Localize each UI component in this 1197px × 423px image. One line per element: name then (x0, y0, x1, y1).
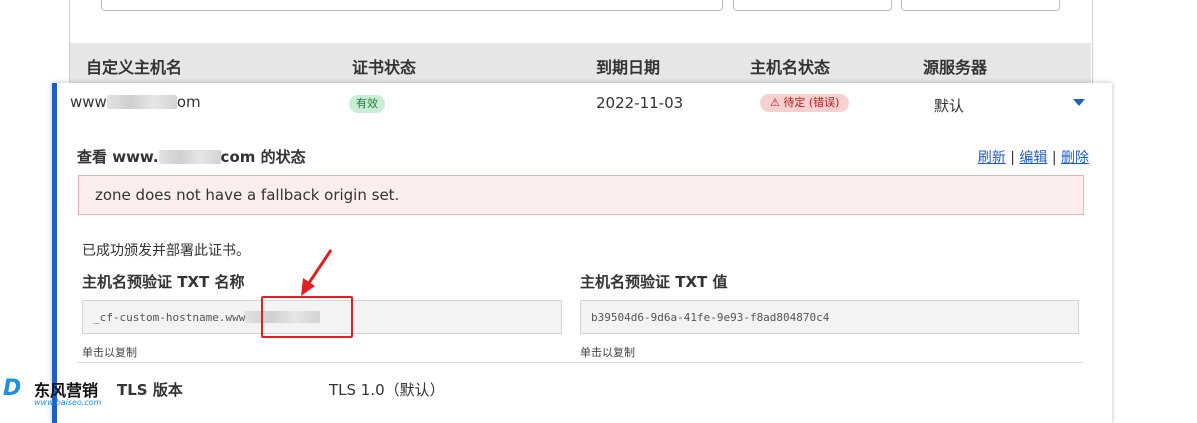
error-alert: zone does not have a fallback origin set… (78, 175, 1084, 215)
hostname-detail-panel: www om 有效 2022-11-03 ⚠ 待定 (错误) 默认 查看 www.… (52, 83, 1112, 423)
txt-value-copy-hint: 单击以复制 (580, 346, 635, 359)
hostname-prefix: www (70, 93, 107, 111)
header-cert-status: 证书状态 (352, 58, 417, 77)
action-separator: | (1010, 150, 1015, 166)
txt-name-value: _cf-custom-hostname.www (93, 311, 246, 324)
redacted-block (158, 150, 221, 164)
header-hostname: 自定义主机名 (86, 58, 183, 77)
watermark-logo-icon: D (3, 376, 22, 401)
txt-value-value: b39504d6-9d6a-41fe-9e93-f8ad804870c4 (591, 311, 830, 324)
chevron-down-icon[interactable] (1073, 99, 1085, 106)
header-hostname-status: 主机名状态 (750, 58, 831, 77)
txt-value-field[interactable]: b39504d6-9d6a-41fe-9e93-f8ad804870c4 (580, 300, 1079, 334)
header-expiry: 到期日期 (596, 58, 661, 77)
tls-label: TLS 版本 (117, 381, 183, 399)
refresh-link[interactable]: 刷新 (978, 150, 1006, 166)
watermark: D 东风营销 www.baiseo.com (3, 376, 123, 412)
txt-name-label: 主机名预验证 TXT 名称 (82, 273, 245, 291)
filter-select-1[interactable] (733, 0, 892, 11)
issued-message: 已成功颁发并部署此证书。 (82, 243, 250, 259)
txt-name-copy-hint: 单击以复制 (82, 346, 137, 359)
status-title-prefix: 查看 www. (77, 148, 159, 166)
watermark-url: www.baiseo.com (34, 398, 102, 407)
expiry-date: 2022-11-03 (596, 94, 684, 112)
status-title-suffix: com 的状态 (220, 148, 306, 166)
redacted-block (106, 95, 177, 109)
error-message: zone does not have a fallback origin set… (95, 186, 400, 204)
filter-select-2[interactable] (901, 0, 1060, 11)
origin-value: 默认 (934, 97, 965, 115)
detail-actions: 刷新 | 编辑 | 删除 (978, 147, 1089, 167)
header-origin: 源服务器 (923, 58, 988, 77)
table-row-hostname[interactable]: www om (70, 93, 201, 111)
txt-value-label: 主机名预验证 TXT 值 (580, 273, 728, 291)
highlight-box (261, 296, 353, 338)
status-title: 查看 www. com 的状态 (77, 146, 306, 167)
divider (77, 362, 1083, 363)
hostname-suffix: om (176, 93, 201, 111)
annotation-arrow-icon (301, 249, 333, 296)
search-input[interactable] (101, 0, 723, 11)
table-header: 自定义主机名 证书状态 到期日期 主机名状态 源服务器 (70, 43, 1091, 85)
action-separator: | (1051, 150, 1057, 166)
tls-value: TLS 1.0（默认） (329, 381, 445, 399)
delete-link[interactable]: 删除 (1061, 150, 1089, 166)
hostname-status-badge: ⚠ 待定 (错误) (760, 94, 850, 112)
cert-status-badge: 有效 (349, 95, 385, 113)
edit-link[interactable]: 编辑 (1019, 150, 1047, 166)
